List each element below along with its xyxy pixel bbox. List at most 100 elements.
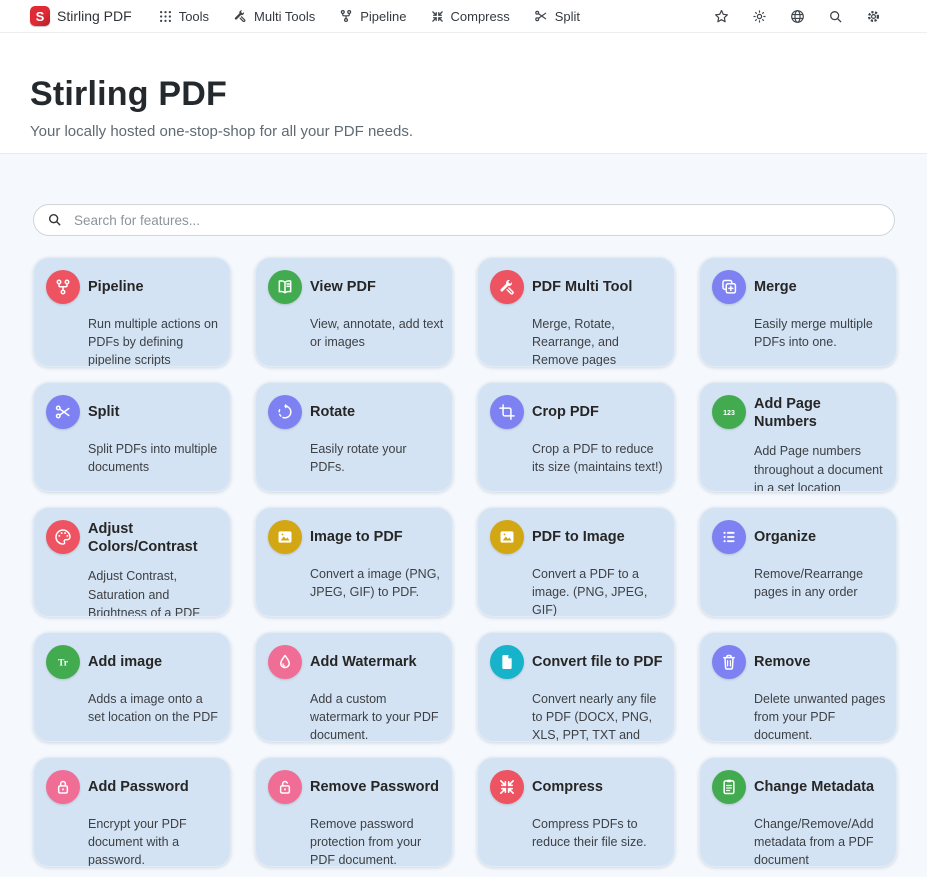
feature-card-organize[interactable]: Organize Remove/Rearrange pages in any o…	[699, 507, 897, 617]
nav-menu: Tools Multi Tools Pipeline	[158, 8, 580, 24]
nav-item-pipeline[interactable]: Pipeline	[338, 8, 406, 24]
feature-card-change-metadata[interactable]: Change Metadata Change/Remove/Add metada…	[699, 757, 897, 867]
card-title: Convert file to PDF	[532, 653, 663, 672]
card-title: Add Password	[88, 778, 189, 797]
card-title: Add Watermark	[310, 653, 417, 672]
rotate-icon	[268, 395, 302, 429]
card-title: Organize	[754, 528, 816, 547]
card-description: Easily rotate your PDFs.	[310, 440, 444, 476]
merge-layers-icon	[712, 270, 746, 304]
card-description: Add a custom watermark to your PDF docum…	[310, 690, 444, 742]
feature-grid: Pipeline Run multiple actions on PDFs by…	[33, 257, 897, 867]
feature-card-pdf-to-image[interactable]: PDF to Image Convert a PDF to a image. (…	[477, 507, 675, 617]
feature-card-pdf-multi-tool[interactable]: PDF Multi Tool Merge, Rotate, Rearrange,…	[477, 257, 675, 367]
feature-card-add-page-numbers[interactable]: 123 Add Page Numbers Add Page numbers th…	[699, 382, 897, 492]
card-title: Split	[88, 403, 119, 422]
brand-link[interactable]: S Stirling PDF	[30, 6, 132, 26]
feature-card-pipeline[interactable]: Pipeline Run multiple actions on PDFs by…	[33, 257, 231, 367]
nav-right-icons	[713, 8, 882, 25]
image-icon	[268, 520, 302, 554]
card-description: Merge, Rotate, Rearrange, and Remove pag…	[532, 315, 666, 367]
pipeline-icon	[338, 8, 354, 24]
nav-item-label: Tools	[179, 9, 209, 24]
open-book-icon	[268, 270, 302, 304]
card-title: Adjust Colors/Contrast	[88, 520, 220, 556]
feature-card-convert-file-to-pdf[interactable]: Convert file to PDF Convert nearly any f…	[477, 632, 675, 742]
card-description: Delete unwanted pages from your PDF docu…	[754, 690, 888, 742]
card-title: PDF Multi Tool	[532, 278, 632, 297]
feature-card-view-pdf[interactable]: View PDF View, annotate, add text or ima…	[255, 257, 453, 367]
feature-card-add-password[interactable]: Add Password Encrypt your PDF document w…	[33, 757, 231, 867]
nav-item-compress[interactable]: Compress	[430, 9, 510, 24]
crop-icon	[490, 395, 524, 429]
feature-card-crop-pdf[interactable]: Crop PDF Crop a PDF to reduce its size (…	[477, 382, 675, 492]
card-description: Add Page numbers throughout a document i…	[754, 442, 888, 492]
nav-item-multi-tools[interactable]: Multi Tools	[232, 8, 315, 24]
feature-card-split[interactable]: Split Split PDFs into multiple documents	[33, 382, 231, 492]
feature-card-merge[interactable]: Merge Easily merge multiple PDFs into on…	[699, 257, 897, 367]
page-subtitle: Your locally hosted one-stop-shop for al…	[30, 123, 897, 140]
scissors-icon	[46, 395, 80, 429]
card-description: Convert nearly any file to PDF (DOCX, PN…	[532, 690, 666, 742]
card-description: Change/Remove/Add metadata from a PDF do…	[754, 815, 888, 867]
card-description: Encrypt your PDF document with a passwor…	[88, 815, 222, 867]
feature-card-compress[interactable]: Compress Compress PDFs to reduce their f…	[477, 757, 675, 867]
language-globe-icon[interactable]	[789, 8, 806, 25]
theme-sun-icon[interactable]	[751, 8, 768, 25]
lock-icon	[46, 770, 80, 804]
card-title: Add Page Numbers	[754, 395, 886, 431]
feature-card-remove-password[interactable]: Remove Password Remove password protecti…	[255, 757, 453, 867]
card-description: Crop a PDF to reduce its size (maintains…	[532, 440, 666, 476]
feature-card-adjust-colors-contrast[interactable]: Adjust Colors/Contrast Adjust Contrast, …	[33, 507, 231, 617]
feature-card-remove[interactable]: Remove Delete unwanted pages from your P…	[699, 632, 897, 742]
multi-tools-icon	[232, 8, 248, 24]
card-description: Easily merge multiple PDFs into one.	[754, 315, 888, 351]
clipboard-icon	[712, 770, 746, 804]
list-icon	[712, 520, 746, 554]
card-title: Remove	[754, 653, 810, 672]
search-input[interactable]	[33, 204, 895, 236]
card-title: View PDF	[310, 278, 376, 297]
page-header: Stirling PDF Your locally hosted one-sto…	[0, 33, 927, 154]
nav-item-label: Multi Tools	[254, 9, 315, 24]
card-description: Split PDFs into multiple documents	[88, 440, 222, 476]
pipeline-icon	[46, 270, 80, 304]
scissors-icon	[533, 8, 549, 24]
card-title: PDF to Image	[532, 528, 625, 547]
svg-text:123: 123	[723, 409, 735, 417]
card-description: Adds a image onto a set location on the …	[88, 690, 222, 726]
card-title: Remove Password	[310, 778, 439, 797]
brand-label: Stirling PDF	[57, 8, 132, 24]
card-description: Compress PDFs to reduce their file size.	[532, 815, 666, 851]
nav-item-label: Pipeline	[360, 9, 406, 24]
nav-item-label: Compress	[451, 9, 510, 24]
feature-card-image-to-pdf[interactable]: Image to PDF Convert a image (PNG, JPEG,…	[255, 507, 453, 617]
main-content: Pipeline Run multiple actions on PDFs by…	[0, 154, 927, 877]
star-icon[interactable]	[713, 8, 730, 25]
search-icon[interactable]	[827, 8, 844, 25]
nav-item-split[interactable]: Split	[533, 8, 580, 24]
page-numbers-123-icon: 123	[712, 395, 746, 429]
svg-text:Tr: Tr	[58, 657, 69, 668]
multi-tools-icon	[490, 270, 524, 304]
text-format-icon: Tr	[46, 645, 80, 679]
card-description: Run multiple actions on PDFs by defining…	[88, 315, 222, 367]
palette-icon	[46, 520, 80, 554]
card-title: Add image	[88, 653, 162, 672]
settings-gear-icon[interactable]	[865, 8, 882, 25]
nav-item-tools[interactable]: Tools	[158, 9, 209, 24]
stirling-logo-icon: S	[30, 6, 50, 26]
card-description: Convert a PDF to a image. (PNG, JPEG, GI…	[532, 565, 666, 617]
feature-card-add-watermark[interactable]: Add Watermark Add a custom watermark to …	[255, 632, 453, 742]
card-description: Adjust Contrast, Saturation and Brightne…	[88, 567, 222, 617]
feature-card-add-image[interactable]: Tr Add image Adds a image onto a set loc…	[33, 632, 231, 742]
card-description: View, annotate, add text or images	[310, 315, 444, 351]
feature-card-rotate[interactable]: Rotate Easily rotate your PDFs.	[255, 382, 453, 492]
card-description: Convert a image (PNG, JPEG, GIF) to PDF.	[310, 565, 444, 601]
card-title: Crop PDF	[532, 403, 599, 422]
image-icon	[490, 520, 524, 554]
card-description: Remove password protection from your PDF…	[310, 815, 444, 867]
top-navbar: S Stirling PDF Tools Multi Tools	[0, 0, 927, 33]
trash-icon	[712, 645, 746, 679]
compress-icon	[490, 770, 524, 804]
